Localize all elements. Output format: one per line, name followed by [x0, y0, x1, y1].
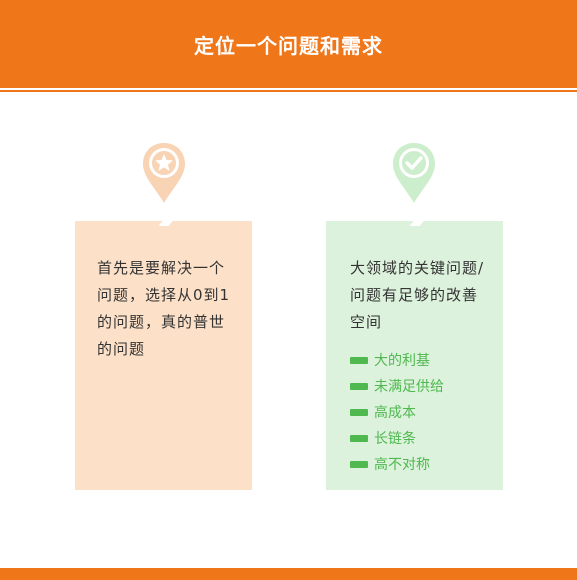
- bullet-marker-icon: [350, 434, 368, 442]
- list-item-label: 长链条: [374, 431, 416, 447]
- bullet-marker-icon: [350, 356, 368, 364]
- list-item: 长链条: [350, 425, 444, 451]
- bullet-marker-icon: [350, 382, 368, 390]
- page: 定位一个问题和需求 首先是要解决一个问题，选择从0到1的问题，真的普世的问题 大…: [0, 0, 577, 580]
- criteria-list: 大的利基 未满足供给 高成本 长链条 高不对称: [350, 347, 444, 477]
- card-notch: [158, 220, 174, 226]
- list-item: 高不对称: [350, 451, 444, 477]
- list-item-label: 未满足供给: [374, 379, 444, 395]
- star-pin-icon: [143, 143, 185, 203]
- card-notch: [409, 220, 425, 226]
- domain-card-text: 大领域的关键问题/问题有足够的改善空间: [350, 259, 485, 331]
- check-pin-icon: [393, 143, 435, 203]
- bullet-marker-icon: [350, 408, 368, 416]
- list-item-label: 高成本: [374, 405, 416, 421]
- list-item-label: 大的利基: [374, 353, 430, 369]
- page-title: 定位一个问题和需求: [194, 34, 383, 58]
- list-item-label: 高不对称: [374, 457, 430, 473]
- footer-bar: [0, 568, 577, 580]
- bullet-marker-icon: [350, 460, 368, 468]
- header-divider: [0, 90, 577, 92]
- problem-card: 首先是要解决一个问题，选择从0到1的问题，真的普世的问题: [75, 220, 252, 490]
- header-banner: 定位一个问题和需求: [0, 0, 577, 88]
- list-item: 未满足供给: [350, 373, 444, 399]
- list-item: 高成本: [350, 399, 444, 425]
- list-item: 大的利基: [350, 347, 444, 373]
- problem-card-text: 首先是要解决一个问题，选择从0到1的问题，真的普世的问题: [97, 259, 231, 358]
- domain-card: 大领域的关键问题/问题有足够的改善空间 大的利基 未满足供给 高成本 长链条 高…: [326, 220, 503, 490]
